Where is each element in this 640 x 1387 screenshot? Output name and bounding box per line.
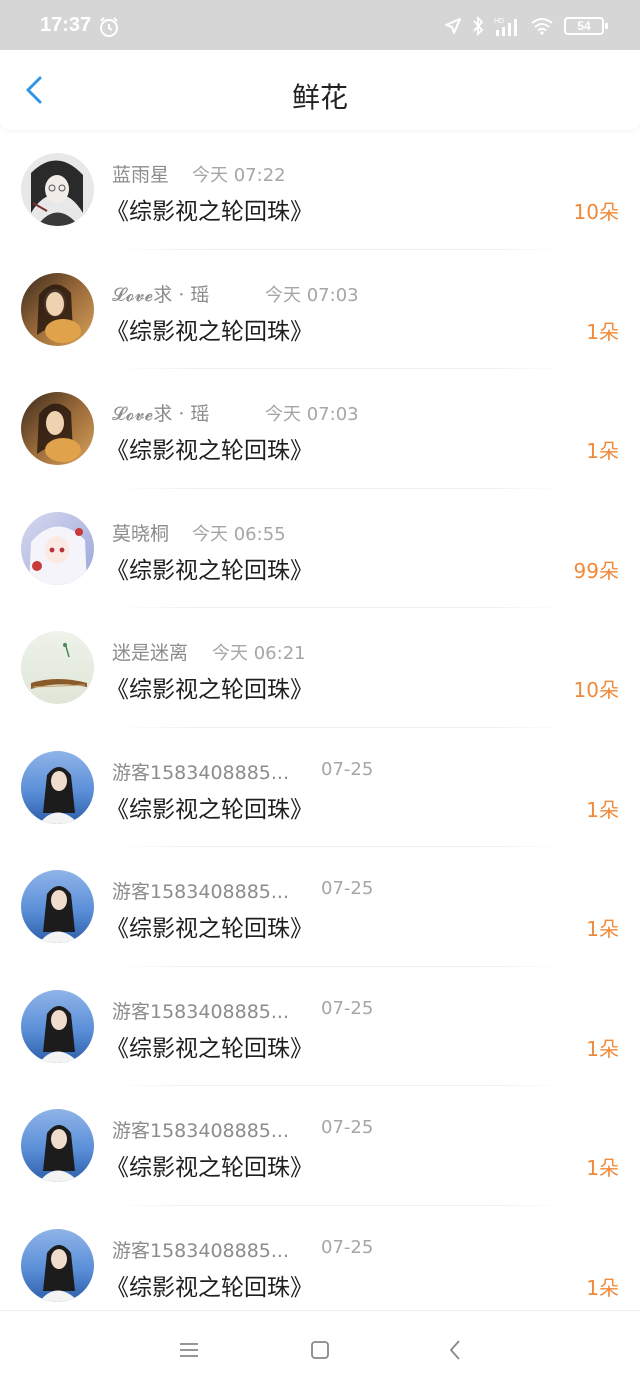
flower-count: 1朵 [586, 319, 619, 344]
flower-count: 10朵 [573, 678, 619, 702]
user-name: 𝓛𝓸𝓿𝓮求 · 瑶 [112, 403, 210, 425]
flower-count: 1朵 [586, 797, 619, 822]
flower-count: 99朵 [573, 558, 619, 583]
book-title: 《综影视之轮回珠》 [106, 1035, 313, 1062]
svg-text:HD: HD [494, 18, 504, 25]
gift-time: 07-25 [321, 997, 374, 1019]
menu-icon[interactable] [174, 1335, 204, 1365]
gift-time: 07-25 [321, 758, 374, 780]
avatar[interactable] [21, 1109, 94, 1182]
flower-count: 1朵 [586, 439, 619, 463]
book-title: 《综影视之轮回珠》 [106, 199, 313, 225]
list-item[interactable]: 游客1583408885... 07-25 《综影视之轮回珠》 1朵 [0, 847, 640, 967]
user-name: 莫晓桐 [112, 522, 170, 545]
hd-signal-icon: HD [494, 18, 517, 36]
gift-time: 今天 07:03 [265, 284, 359, 306]
list-item[interactable]: 𝓛𝓸𝓿𝓮求 · 瑶 今天 07:03 《综影视之轮回珠》 1朵 [0, 250, 640, 369]
avatar[interactable] [21, 631, 94, 704]
battery-icon: 54 [564, 17, 608, 35]
gift-time: 今天 06:55 [192, 523, 286, 545]
avatar[interactable] [21, 153, 94, 226]
book-title: 《综影视之轮回珠》 [106, 1155, 313, 1181]
list-item[interactable]: 迷是迷离 今天 06:21 《综影视之轮回珠》 10朵 [0, 608, 640, 728]
flower-gift-list: 蓝雨星 今天 07:22 《综影视之轮回珠》 10朵 𝓛𝓸𝓿𝓮求 · 瑶 今天 … [0, 130, 640, 1325]
user-name: 迷是迷离 [112, 642, 189, 664]
list-item[interactable]: 𝓛𝓸𝓿𝓮求 · 瑶 今天 07:03 《综影视之轮回珠》 1朵 [0, 369, 640, 489]
flower-count: 1朵 [586, 1156, 619, 1180]
header: 鲜花 [0, 50, 640, 130]
wifi-icon [531, 18, 553, 35]
alarm-icon [100, 17, 118, 37]
status-bar: 17:37 HD 54 [0, 0, 640, 50]
list-item[interactable]: 游客1583408885... 07-25 《综影视之轮回珠》 1朵 [0, 1086, 640, 1206]
system-nav-bar [0, 1310, 640, 1387]
flower-count: 1朵 [586, 917, 619, 941]
book-title: 《综影视之轮回珠》 [106, 916, 313, 942]
list-item[interactable]: 莫晓桐 今天 06:55 《综影视之轮回珠》 99朵 [0, 489, 640, 608]
book-title: 《综影视之轮回珠》 [106, 557, 313, 584]
status-icons: HD 54 [444, 14, 608, 38]
user-name: 𝓛𝓸𝓿𝓮求 · 瑶 [112, 283, 210, 306]
page-title: 鲜花 [291, 81, 348, 114]
user-name: 游客1583408885... [112, 1120, 290, 1142]
home-square-icon[interactable] [305, 1335, 335, 1365]
avatar[interactable] [21, 392, 94, 465]
back-triangle-icon[interactable] [440, 1335, 470, 1365]
status-time: 17:37 [40, 14, 92, 36]
user-name: 蓝雨星 [112, 164, 170, 186]
gift-time: 07-25 [321, 1117, 374, 1138]
book-title: 《综影视之轮回珠》 [106, 318, 313, 345]
user-name: 游客1583408885... [112, 1239, 290, 1262]
avatar[interactable] [21, 1228, 94, 1302]
avatar[interactable] [21, 750, 94, 824]
book-title: 《综影视之轮回珠》 [106, 1274, 313, 1301]
bluetooth-icon [473, 16, 484, 36]
gift-time: 07-25 [321, 1236, 374, 1258]
book-title: 《综影视之轮回珠》 [106, 677, 313, 703]
flower-count: 10朵 [573, 200, 619, 224]
list-item[interactable]: 游客1583408885... 07-25 《综影视之轮回珠》 1朵 [0, 728, 640, 847]
list-item[interactable]: 游客1583408885... 07-25 《综影视之轮回珠》 1朵 [0, 1206, 640, 1326]
avatar[interactable] [21, 989, 94, 1063]
user-name: 游客1583408885... [112, 1000, 290, 1023]
user-name: 游客1583408885... [112, 761, 290, 784]
book-title: 《综影视之轮回珠》 [106, 438, 313, 464]
avatar[interactable] [21, 272, 94, 346]
user-name: 游客1583408885... [112, 881, 290, 903]
gift-time: 今天 07:22 [192, 165, 286, 186]
list-item[interactable]: 蓝雨星 今天 07:22 《综影视之轮回珠》 10朵 [0, 130, 640, 250]
location-icon [445, 18, 461, 34]
gift-time: 07-25 [321, 878, 374, 899]
battery-level: 54 [577, 19, 591, 33]
avatar[interactable] [21, 870, 94, 943]
gift-time: 今天 06:21 [212, 643, 306, 664]
flower-count: 1朵 [586, 1036, 619, 1061]
book-title: 《综影视之轮回珠》 [106, 796, 313, 823]
avatar[interactable] [21, 511, 94, 585]
list-item[interactable]: 游客1583408885... 07-25 《综影视之轮回珠》 1朵 [0, 967, 640, 1086]
gift-time: 今天 07:03 [265, 404, 359, 425]
flower-count: 1朵 [586, 1275, 619, 1300]
